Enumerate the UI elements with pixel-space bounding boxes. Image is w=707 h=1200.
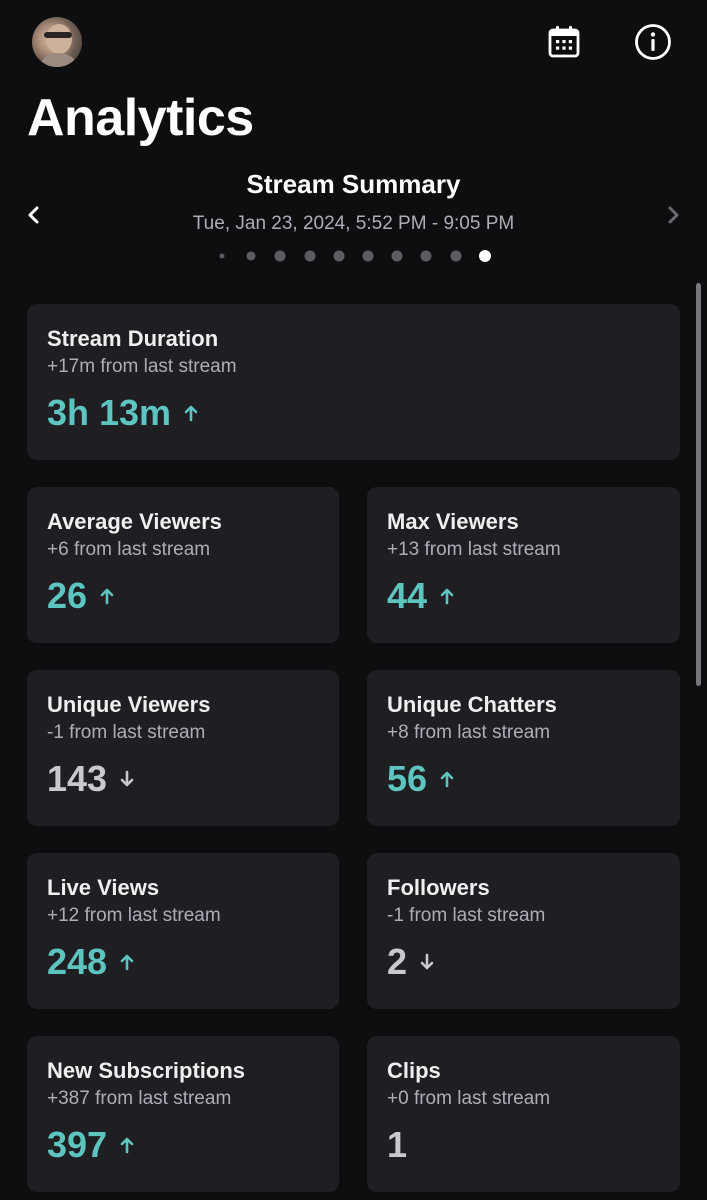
card-title: Average Viewers — [47, 509, 222, 534]
summary-date-range: Tue, Jan 23, 2024, 5:52 PM - 9:05 PM — [192, 213, 515, 234]
new-subscriptions-card: New Subscriptions +387 from last stream … — [27, 1036, 339, 1192]
card-title: Followers — [387, 875, 490, 900]
card-title: Stream Duration — [47, 326, 219, 351]
page-dot[interactable] — [450, 250, 462, 262]
info-icon — [635, 24, 671, 60]
chevron-right-icon — [668, 206, 679, 224]
page-dot[interactable] — [362, 250, 374, 262]
card-title: Live Views — [47, 875, 160, 900]
card-title: Unique Viewers — [47, 692, 211, 717]
summary-title: Stream Summary — [246, 169, 461, 199]
stream-page-indicator — [0, 250, 707, 262]
card-title: Unique Chatters — [387, 692, 557, 717]
card-change: +0 from last stream — [387, 1088, 551, 1109]
card-change: +17m from last stream — [47, 356, 237, 377]
live-views-card: Live Views +12 from last stream 248 — [27, 853, 339, 1009]
calendar-button[interactable] — [544, 22, 584, 62]
card-value: 248 — [47, 941, 108, 982]
clips-card: Clips +0 from last stream 1 — [367, 1036, 680, 1192]
card-title: Clips — [387, 1058, 441, 1083]
page-dot[interactable] — [246, 251, 256, 261]
arrow-up-icon — [183, 403, 199, 423]
arrow-down-icon — [419, 952, 435, 972]
info-button[interactable] — [633, 22, 673, 62]
card-value: 56 — [387, 758, 428, 799]
max-viewers-card: Max Viewers +13 from last stream 44 — [367, 487, 680, 643]
card-change: +8 from last stream — [387, 722, 551, 743]
page-dot[interactable] — [304, 250, 316, 262]
scrollbar[interactable] — [696, 283, 701, 686]
page-dot[interactable] — [274, 250, 286, 262]
card-change: +6 from last stream — [47, 539, 211, 560]
unique-viewers-card: Unique Viewers -1 from last stream 143 — [27, 670, 339, 826]
stream-duration-card: Stream Duration +17m from last stream 3h… — [27, 304, 680, 460]
arrow-up-icon — [439, 769, 455, 789]
arrow-up-icon — [99, 586, 115, 606]
followers-card: Followers -1 from last stream 2 — [367, 853, 680, 1009]
card-title: New Subscriptions — [47, 1058, 246, 1083]
avatar-photo-icon — [40, 24, 78, 67]
page-title: Analytics — [27, 89, 254, 147]
card-change: +12 from last stream — [47, 905, 221, 926]
calendar-icon — [548, 26, 580, 58]
arrow-up-icon — [119, 952, 135, 972]
arrow-up-icon — [439, 586, 455, 606]
card-value: 44 — [387, 575, 428, 616]
card-value: 26 — [47, 575, 88, 616]
card-change: -1 from last stream — [47, 722, 206, 743]
page-dot-active[interactable] — [478, 250, 491, 262]
card-value: 2 — [387, 941, 408, 982]
arrow-down-icon — [119, 769, 135, 789]
average-viewers-card: Average Viewers +6 from last stream 26 — [27, 487, 339, 643]
card-change: -1 from last stream — [387, 905, 546, 926]
card-title: Max Viewers — [387, 509, 519, 534]
card-change: +13 from last stream — [387, 539, 561, 560]
card-value: 3h 13m — [47, 392, 172, 433]
page-dot[interactable] — [391, 250, 403, 262]
page-dot[interactable] — [219, 253, 225, 259]
next-stream-button[interactable] — [656, 198, 690, 232]
card-change: +387 from last stream — [47, 1088, 232, 1109]
card-value: 1 — [387, 1124, 408, 1165]
card-value: 397 — [47, 1124, 108, 1165]
card-value: 143 — [47, 758, 108, 799]
page-dot[interactable] — [420, 250, 432, 262]
arrow-up-icon — [119, 1135, 135, 1155]
unique-chatters-card: Unique Chatters +8 from last stream 56 — [367, 670, 680, 826]
page-dot[interactable] — [333, 250, 345, 262]
user-avatar[interactable] — [32, 17, 82, 67]
